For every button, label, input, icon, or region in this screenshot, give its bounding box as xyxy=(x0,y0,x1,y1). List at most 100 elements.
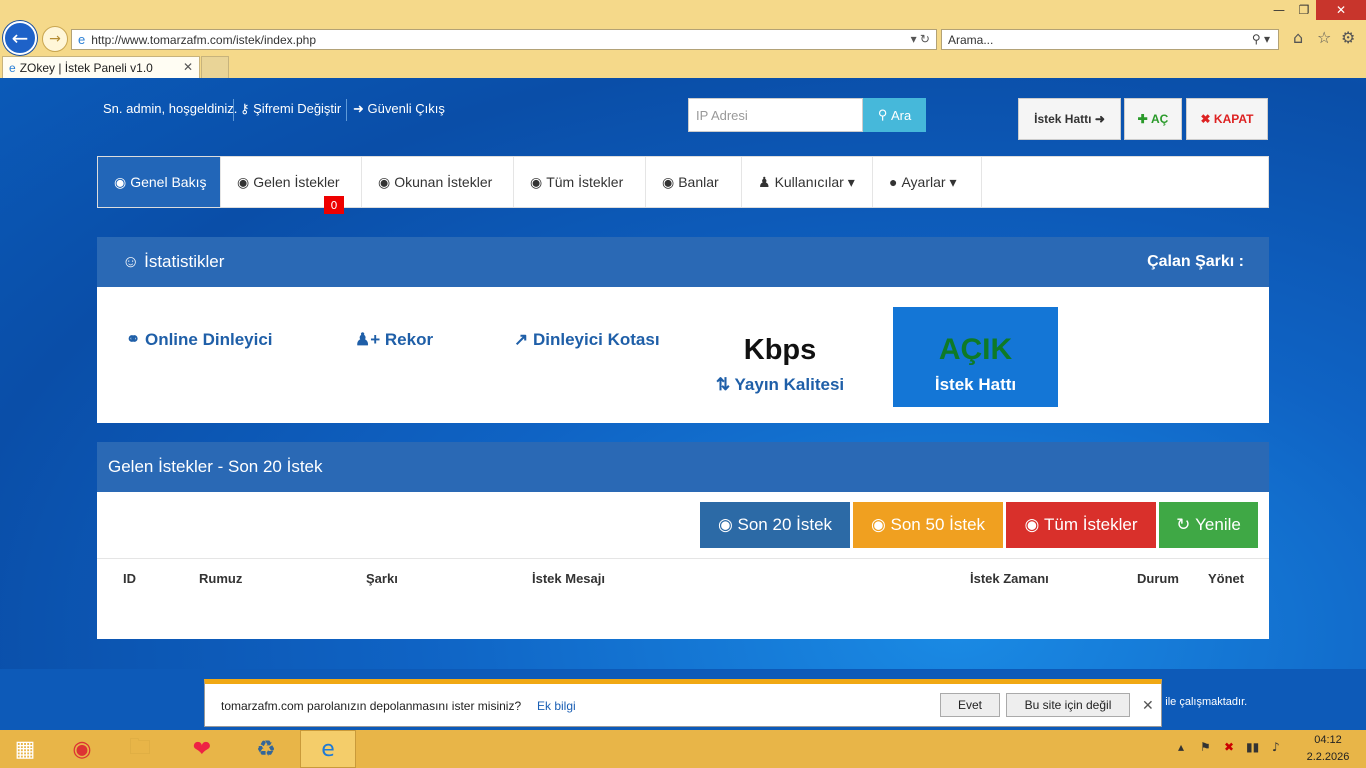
ip-search-input[interactable]: IP Adresi xyxy=(688,98,863,132)
clock-date[interactable]: 2.2.2026 xyxy=(1300,751,1356,763)
change-password-link[interactable]: ⚷ Şifremi Değiştir xyxy=(240,101,341,117)
refresh-icon: ↻ xyxy=(1176,515,1196,534)
refresh-button[interactable]: ↻ Yenile xyxy=(1159,502,1258,548)
col-song: Şarkı xyxy=(366,571,398,586)
divider xyxy=(97,558,1269,559)
home-icon[interactable]: ⌂ xyxy=(1293,28,1303,47)
speaker-muted-icon[interactable]: ♪ xyxy=(1272,740,1280,754)
eye-icon: ◉ xyxy=(662,173,675,190)
menu-users[interactable]: ♟ Kullanıcılar ▾ xyxy=(742,157,873,207)
eye-icon: ◉ xyxy=(237,173,250,190)
last-50-button[interactable]: ◉ Son 50 İstek xyxy=(853,502,1003,548)
more-info-link[interactable]: Ek bilgi xyxy=(537,699,576,713)
back-button[interactable]: ← xyxy=(3,21,37,55)
close-window-button[interactable]: ✕ xyxy=(1316,0,1366,20)
file-explorer-icon[interactable]: 🗀 xyxy=(112,730,168,768)
favorites-icon[interactable]: ☆ xyxy=(1317,28,1331,47)
signal-icon[interactable]: ▮▮ xyxy=(1246,740,1259,754)
plus-icon: ✚ xyxy=(1137,112,1152,126)
now-playing-label: Çalan Şarkı : xyxy=(1147,253,1244,270)
eye-icon: ◉ xyxy=(717,515,738,534)
times-icon: ✖ xyxy=(1200,112,1214,126)
chrome-icon[interactable]: ◉ xyxy=(54,730,110,768)
forward-button[interactable]: → xyxy=(42,26,68,52)
open-button[interactable]: ✚ AÇ xyxy=(1124,98,1182,140)
caret-down-icon: ▾ xyxy=(945,173,957,190)
col-manage: Yönet xyxy=(1208,571,1245,586)
menu-overview[interactable]: ◉ Genel Bakış xyxy=(98,157,221,207)
network-error-icon[interactable]: ✖ xyxy=(1224,740,1234,754)
search-icon[interactable]: ⚲ ▾ xyxy=(1252,32,1270,46)
request-line-status: AÇIK xyxy=(938,333,1013,366)
tab-title: ZOkey | İstek Paneli v1.0 xyxy=(19,60,153,75)
eye-icon: ◉ xyxy=(530,173,543,190)
col-id: ID xyxy=(123,571,136,586)
online-listener-stat: ⚭ Online Dinleyici xyxy=(126,330,273,349)
password-save-message: tomarzafm.com parolanızın depolanmasını … xyxy=(221,699,522,713)
bitrate-value: Kbps xyxy=(743,334,817,366)
action-center-icon[interactable]: ⚑ xyxy=(1200,740,1211,754)
browser-search-box[interactable]: Arama... ⚲ ▾ xyxy=(941,29,1279,50)
sign-out-icon: ➜ xyxy=(353,101,368,116)
requests-panel-header: Gelen İstekler - Son 20 İstek xyxy=(97,442,1269,492)
refresh-icon[interactable]: ▾ ↻ xyxy=(911,32,930,46)
internet-explorer-icon[interactable]: e xyxy=(300,730,356,768)
all-requests-button[interactable]: ◉ Tüm İstekler xyxy=(1006,502,1156,548)
request-line-button[interactable]: İstek Hattı ➜ xyxy=(1018,98,1121,140)
close-tab-icon[interactable]: ✕ xyxy=(183,60,193,74)
user-icon: ♟ xyxy=(758,173,771,190)
record-stat: ♟+ Rekor xyxy=(355,330,434,349)
broadcast-quality-label: ⇅ Yayın Kalitesi xyxy=(715,375,845,394)
sort-icon: ⇅ xyxy=(715,375,735,394)
clock-time[interactable]: 04:12 xyxy=(1300,734,1356,746)
new-tab-button[interactable] xyxy=(201,56,229,78)
restore-button[interactable]: ❐ xyxy=(1292,0,1316,20)
line-chart-icon: ↗ xyxy=(514,330,533,349)
browser-tab[interactable]: e ZOkey | İstek Paneli v1.0 ✕ xyxy=(2,56,200,78)
last-20-button[interactable]: ◉ Son 20 İstek xyxy=(700,502,850,548)
divider xyxy=(233,99,234,121)
stats-panel-body xyxy=(97,287,1269,423)
col-message: İstek Mesajı xyxy=(532,571,605,586)
search-icon: ⚲ xyxy=(877,107,891,122)
eye-icon: ◉ xyxy=(378,173,391,190)
eye-icon: ◉ xyxy=(870,515,891,534)
key-icon: ⚷ xyxy=(240,101,254,116)
close-button[interactable]: ✖ KAPAT xyxy=(1186,98,1268,140)
ie-page-icon: e xyxy=(78,32,86,47)
menu-bans[interactable]: ◉ Banlar xyxy=(646,157,742,207)
browser-search-placeholder: Arama... xyxy=(948,32,994,47)
requests-title: Gelen İstekler - Son 20 İstek xyxy=(108,457,323,476)
menu-settings[interactable]: ● Ayarlar ▾ xyxy=(873,157,982,207)
headphones-icon: ⚭ xyxy=(126,330,145,349)
eye-icon: ◉ xyxy=(114,173,127,190)
user-plus-icon: ♟+ xyxy=(355,330,385,349)
menu-read[interactable]: ◉ Okunan İstekler xyxy=(362,157,514,207)
menu-all[interactable]: ◉ Tüm İstekler xyxy=(514,157,646,207)
globe-icon: ● xyxy=(889,174,898,190)
show-hidden-icons-icon[interactable]: ▴ xyxy=(1178,740,1184,754)
minimize-button[interactable]: — xyxy=(1262,0,1296,20)
not-for-site-button[interactable]: Bu site için değil xyxy=(1006,693,1130,717)
caret-down-icon: ▾ xyxy=(843,173,855,190)
close-icon[interactable]: ✕ xyxy=(1142,698,1154,714)
start-windows-icon[interactable]: ▦ xyxy=(0,730,50,768)
col-nickname: Rumuz xyxy=(199,571,243,586)
ip-search-button[interactable]: ⚲ Ara xyxy=(863,98,926,132)
recycle-app-icon[interactable]: ♻ xyxy=(238,730,294,768)
stats-title: İstatistikler xyxy=(144,252,225,271)
col-time: İstek Zamanı xyxy=(970,571,1049,586)
col-status: Durum xyxy=(1137,571,1179,586)
smile-icon: ☺ xyxy=(122,252,145,271)
heart-app-icon[interactable]: ❤ xyxy=(174,730,230,768)
address-bar[interactable]: e http://www.tomarzafm.com/istek/index.p… xyxy=(71,29,937,50)
save-password-yes-button[interactable]: Evet xyxy=(940,693,1000,717)
incoming-count-badge: 0 xyxy=(324,196,344,214)
welcome-text: Sn. admin, hoşgeldiniz. xyxy=(103,101,238,116)
settings-gear-icon[interactable]: ⚙ xyxy=(1341,28,1355,47)
logout-link[interactable]: ➜ Güvenli Çıkış xyxy=(353,101,445,117)
eye-icon: ◉ xyxy=(1024,515,1045,534)
url-text: http://www.tomarzafm.com/istek/index.php xyxy=(91,32,316,47)
main-menu: ◉ Genel Bakış ◉ Gelen İstekler ◉ Okunan İst… xyxy=(97,156,1269,208)
arrow-right-icon: ➜ xyxy=(1091,112,1105,126)
